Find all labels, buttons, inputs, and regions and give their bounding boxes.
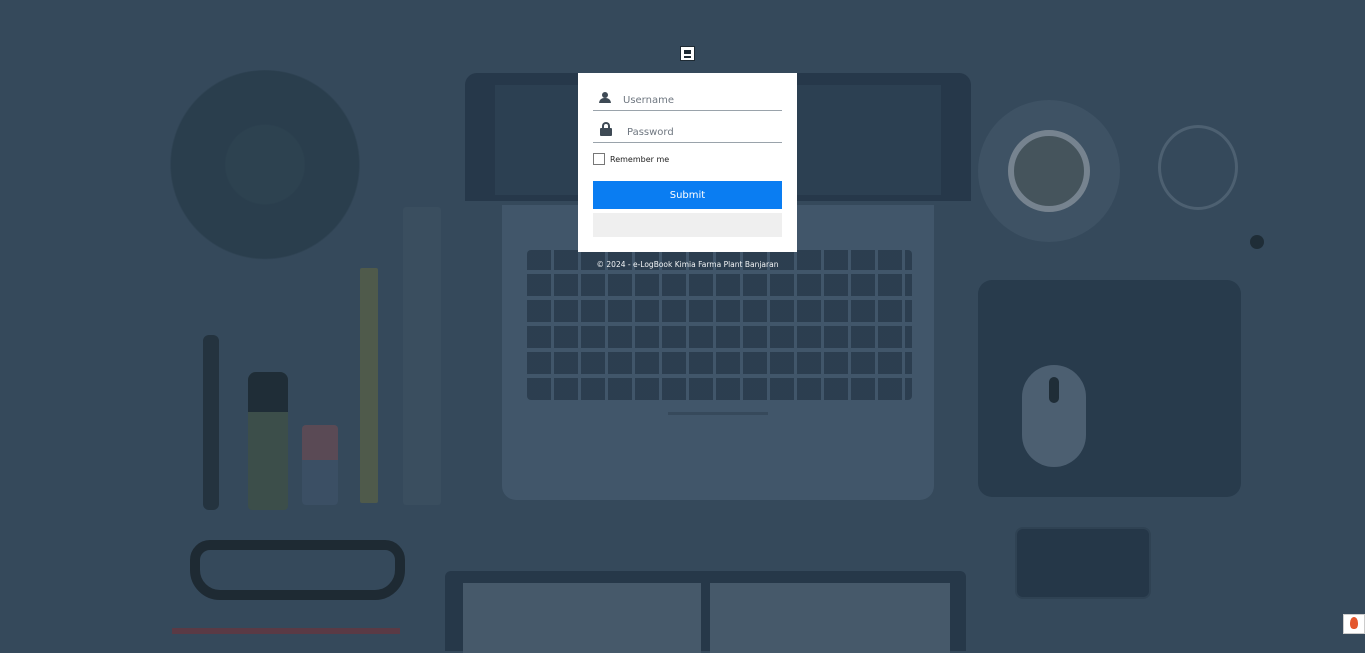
mouse-decoration [1022,365,1086,467]
document-icon [680,46,695,61]
keyboard-rows-decoration [527,250,912,400]
submit-button[interactable]: Submit [593,181,782,209]
remember-me-checkbox[interactable] [593,153,605,165]
username-input[interactable] [621,89,783,111]
password-input[interactable] [625,121,787,143]
plant-decoration [160,70,370,280]
username-field [593,87,783,111]
flame-icon[interactable] [1343,614,1365,634]
pen-decoration [203,335,219,510]
eraser-decoration [302,425,338,505]
ruler-decoration [403,207,441,505]
remember-me-label[interactable]: Remember me [610,155,669,164]
trackpad-decoration [668,412,768,415]
marker-decoration [248,372,288,510]
login-card: Remember me Submit [578,73,797,252]
earphone-plug-decoration [1250,235,1264,249]
earphones-decoration [1158,125,1238,210]
coffee-cup-decoration [978,100,1120,242]
pencil-decoration [360,268,378,503]
user-icon [599,92,611,104]
mousepad-decoration [978,280,1241,497]
notebook-decoration [445,571,966,653]
phone-decoration [1015,527,1151,599]
copyright-footer: © 2024 - e-LogBook Kimia Farma Plant Ban… [596,260,779,269]
lock-icon [600,122,612,136]
red-object-decoration [172,628,400,634]
password-field [593,119,787,143]
glasses-decoration [190,540,405,600]
message-area [593,213,782,237]
